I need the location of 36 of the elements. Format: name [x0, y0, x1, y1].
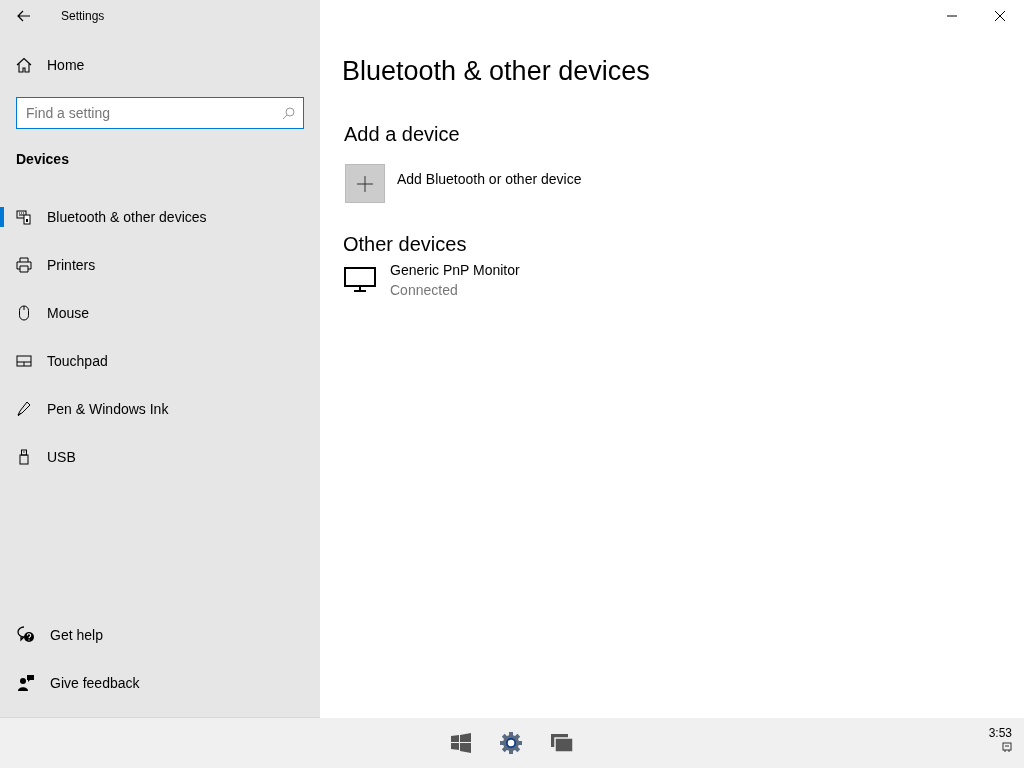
sidebar-item[interactable]: Pen & Windows Ink [0, 385, 320, 433]
add-device-link[interactable]: Add Bluetooth or other device [397, 171, 582, 187]
task-view-icon[interactable] [551, 734, 573, 752]
back-arrow-icon[interactable] [17, 10, 31, 22]
feedback-icon [17, 674, 35, 692]
printer-icon [16, 257, 32, 273]
clock: 3:53 [988, 726, 1012, 740]
mouse-icon [16, 305, 32, 321]
plus-icon [357, 175, 373, 192]
pen-icon [16, 401, 32, 417]
section-heading: Other devices [342, 233, 468, 256]
home-icon [16, 57, 32, 73]
windows-logo-icon[interactable] [451, 733, 471, 753]
monitor-icon [344, 267, 376, 293]
section-heading: Add a device [343, 123, 461, 146]
sidebar-item[interactable]: Touchpad [0, 337, 320, 385]
window-title: Settings [61, 9, 105, 23]
keyboard-icon [16, 209, 32, 225]
notification-icon[interactable] [1002, 742, 1012, 753]
home-link[interactable]: Home [0, 41, 320, 89]
sidebar-item[interactable]: Printers [0, 241, 320, 289]
touchpad-icon [16, 353, 32, 369]
page-title: Bluetooth & other devices [342, 56, 651, 88]
close-icon[interactable] [994, 10, 1006, 22]
usb-icon [16, 449, 32, 465]
help-icon [17, 626, 35, 644]
search-field[interactable]: Find a setting [16, 97, 304, 129]
device-status: Connected [390, 282, 459, 298]
sidebar-item[interactable]: Bluetooth & other devices [0, 193, 320, 241]
sidebar-item[interactable]: Mouse [0, 289, 320, 337]
device-name: Generic PnP Monitor [390, 262, 520, 278]
sidebar-link[interactable]: Give feedback [0, 659, 320, 707]
section-heading: Devices [15, 150, 70, 169]
search-icon [282, 107, 295, 120]
sidebar-item[interactable]: USB [0, 433, 320, 481]
sidebar-link[interactable]: Get help [0, 611, 320, 659]
